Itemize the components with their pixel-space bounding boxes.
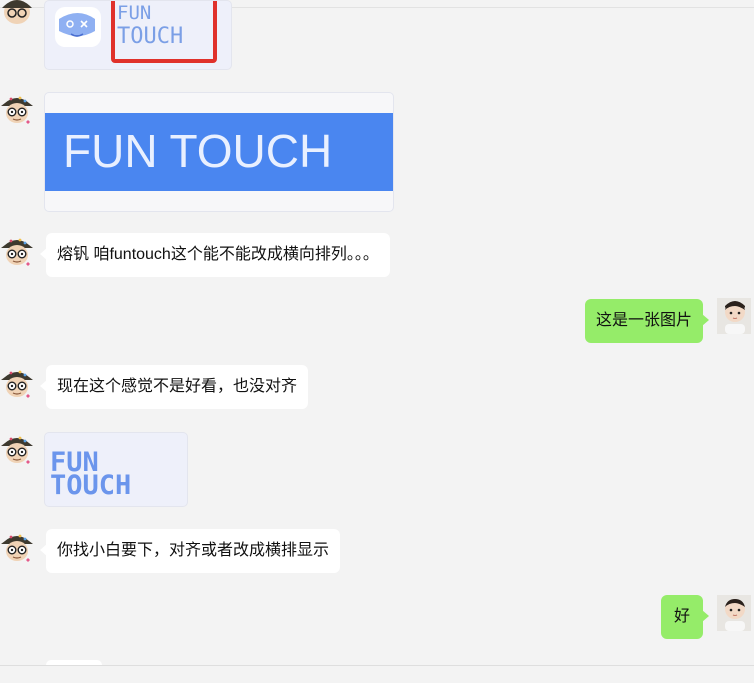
sender-avatar[interactable]: [0, 530, 34, 566]
image-message-banner[interactable]: FUN TOUCH: [44, 92, 394, 212]
message-bubble-incoming[interactable]: 熔钒 咱funtouch这个能不能改成横向排列。。。: [40, 233, 390, 277]
message-text: 这是一张图片: [595, 312, 692, 329]
cartoon-man-bucket-hat-icon: [0, 234, 34, 270]
my-avatar[interactable]: [717, 298, 751, 334]
my-avatar[interactable]: [717, 595, 751, 631]
message-text: 现在这个感觉不是好看，也没对齐: [57, 378, 298, 395]
sender-avatar[interactable]: [0, 92, 34, 128]
logo-line1: FUN: [117, 2, 151, 24]
funtouch-logo-boxed-image: FUN TOUCH: [55, 1, 217, 63]
image-message-logo-small[interactable]: FUN TOUCH: [44, 432, 188, 507]
funtouch-logo-small-image: FUN TOUCH: [50, 447, 131, 501]
message-text: 好: [673, 608, 690, 625]
cartoon-man-bucket-hat-icon: [0, 92, 34, 128]
cartoon-man-bucket-hat-icon: [0, 366, 34, 402]
message-bubble-outgoing[interactable]: 好: [660, 595, 710, 639]
message-bubble-incoming[interactable]: 现在这个感觉不是好看，也没对齐: [39, 365, 309, 409]
logo-line2: TOUCH: [117, 24, 183, 49]
sender-avatar[interactable]: [0, 0, 34, 28]
message-text: 熔钒 咱funtouch这个能不能改成横向排列。。。: [57, 246, 379, 263]
cartoon-man-bucket-hat-icon: [2, 0, 32, 24]
sender-avatar[interactable]: [0, 366, 34, 402]
funtouch-banner-image: FUN TOUCH: [45, 113, 393, 191]
message-bubble-incoming[interactable]: 你找小白要下，对齐或者改成横排显示: [39, 529, 341, 573]
banner-text: FUN TOUCH: [63, 125, 332, 177]
cartoon-man-bucket-hat-icon: [0, 530, 34, 566]
sender-avatar[interactable]: [0, 432, 34, 468]
image-message-logo-boxed[interactable]: FUN TOUCH: [44, 0, 232, 70]
child-photo-icon: [717, 298, 751, 334]
input-area-divider: [0, 665, 754, 666]
cartoon-man-bucket-hat-icon: [0, 432, 34, 468]
logo-line2: TOUCH: [50, 470, 131, 501]
message-bubble-outgoing[interactable]: 这是一张图片: [584, 299, 710, 343]
child-photo-icon: [717, 595, 751, 631]
message-text: 你找小白要下，对齐或者改成横排显示: [57, 542, 330, 559]
sender-avatar[interactable]: [0, 234, 34, 270]
